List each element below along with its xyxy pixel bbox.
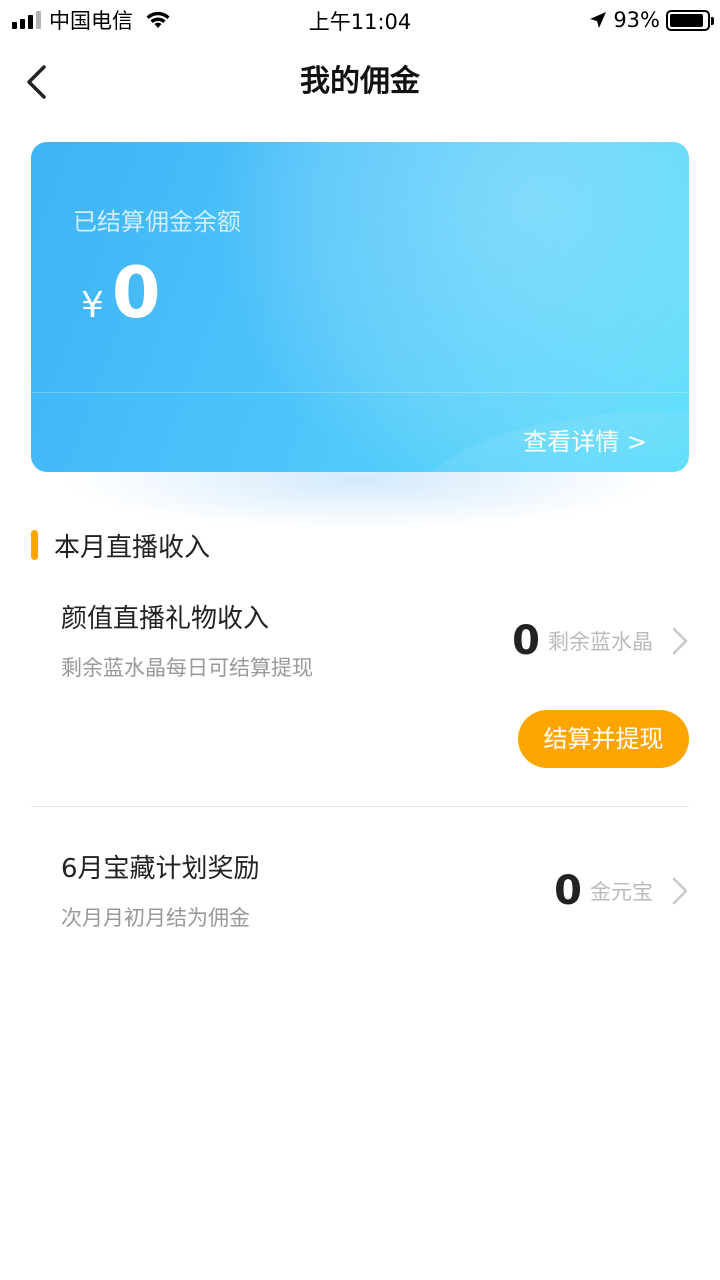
- section-header: 本月直播收入: [31, 525, 210, 565]
- status-bar: 中国电信 上午11:04 93%: [0, 0, 720, 40]
- item-title: 6月宝藏计划奖励: [61, 854, 260, 884]
- currency-symbol: ¥: [81, 285, 104, 326]
- battery-percent: 93%: [613, 8, 660, 32]
- item-unit: 金元宝: [590, 880, 653, 904]
- balance-value: 0: [111, 252, 161, 334]
- income-item-treasure-plan[interactable]: 6月宝藏计划奖励 次月月初月结为佣金 0 金元宝: [31, 840, 689, 940]
- balance-label: 已结算佣金余额: [73, 208, 241, 236]
- status-bar-right: 93%: [589, 6, 714, 34]
- item-value: 0: [554, 868, 582, 914]
- section-title: 本月直播收入: [54, 532, 211, 563]
- chevron-right-icon: [672, 877, 688, 905]
- item-value-group: 0 剩余蓝水晶: [512, 618, 689, 664]
- item-title: 颜值直播礼物收入: [61, 604, 270, 634]
- item-unit: 剩余蓝水晶: [548, 630, 653, 654]
- item-value-group: 0 金元宝: [554, 868, 689, 914]
- balance-amount: ¥ 0: [81, 252, 161, 334]
- battery-icon: [666, 9, 714, 31]
- item-value: 0: [512, 618, 540, 664]
- card-divider: [31, 392, 689, 393]
- page-title: 我的佣金: [300, 64, 420, 99]
- item-subtitle: 剩余蓝水晶每日可结算提现: [61, 656, 313, 680]
- navbar: 我的佣金: [0, 44, 720, 120]
- chevron-right-icon: [672, 627, 688, 655]
- settle-withdraw-button[interactable]: 结算并提现: [518, 710, 689, 768]
- section-accent-bar: [31, 530, 38, 560]
- balance-card: 已结算佣金余额 ¥ 0 查看详情 >: [31, 142, 689, 472]
- list-divider: [31, 806, 689, 807]
- view-details-link[interactable]: 查看详情 >: [523, 422, 647, 457]
- item-subtitle: 次月月初月结为佣金: [61, 906, 250, 930]
- location-arrow-icon: [590, 12, 607, 28]
- income-item-live-gifts[interactable]: 颜值直播礼物收入 剩余蓝水晶每日可结算提现 0 剩余蓝水晶: [31, 590, 689, 690]
